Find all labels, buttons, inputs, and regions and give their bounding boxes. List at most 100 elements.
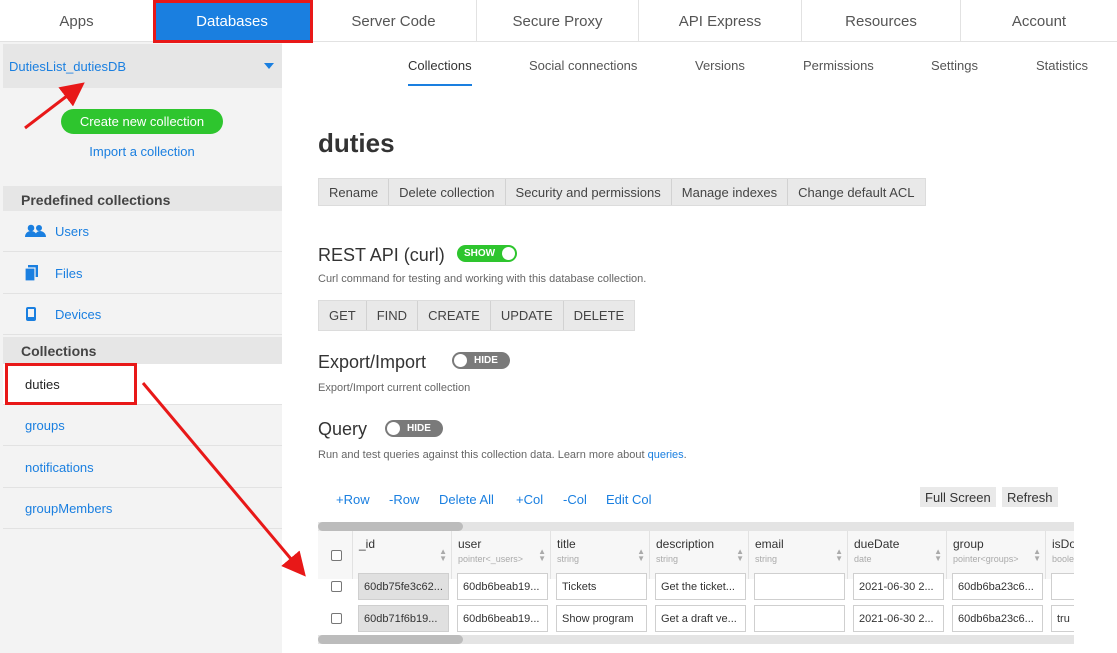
export-import-toggle[interactable]: HIDE: [452, 352, 510, 369]
tab-versions[interactable]: Versions: [695, 58, 745, 86]
table-cell[interactable]: tru: [1051, 605, 1074, 632]
rest-api-description: Curl command for testing and working wit…: [318, 273, 647, 285]
remove-column-button[interactable]: -Col: [563, 492, 587, 507]
rest-methods: GET FIND CREATE UPDATE DELETE: [318, 300, 636, 331]
database-name: DutiesList_dutiesDB: [9, 58, 127, 74]
tab-statistics[interactable]: Statistics: [1036, 58, 1088, 86]
column-header[interactable]: _id ▲ ▼: [353, 531, 452, 579]
sidebar-item-label: Users: [55, 223, 89, 239]
sidebar-item-label: Devices: [55, 306, 102, 322]
tab-permissions[interactable]: Permissions: [803, 58, 874, 86]
rest-api-toggle[interactable]: SHOW: [457, 245, 517, 262]
sidebar: DutiesList_dutiesDB Create new collectio…: [0, 42, 282, 653]
find-button[interactable]: FIND: [367, 301, 419, 330]
delete-button[interactable]: DELETE: [564, 301, 635, 330]
column-header[interactable]: isDo boole: [1046, 531, 1074, 579]
delete-all-button[interactable]: Delete All: [439, 492, 494, 507]
table-cell[interactable]: 2021-06-30 2...: [853, 573, 944, 600]
toggle-label: SHOW: [464, 248, 496, 259]
table-cell[interactable]: 60db75fe3c62...: [358, 573, 449, 600]
tab-collections[interactable]: Collections: [408, 58, 472, 86]
column-header[interactable]: title string ▲ ▼: [551, 531, 650, 579]
table-cell[interactable]: Get the ticket...: [655, 573, 746, 600]
table-cell[interactable]: 2021-06-30 2...: [853, 605, 944, 632]
get-button[interactable]: GET: [319, 301, 367, 330]
table-cell[interactable]: 60db6beab19...: [457, 605, 548, 632]
query-description: Run and test queries against this collec…: [318, 449, 687, 461]
remove-row-button[interactable]: -Row: [389, 492, 419, 507]
row-checkbox[interactable]: [331, 613, 342, 624]
export-import-title: Export/Import: [318, 352, 427, 372]
update-button[interactable]: UPDATE: [491, 301, 564, 330]
refresh-button[interactable]: Refresh: [1002, 487, 1058, 507]
query-toggle[interactable]: HIDE: [385, 420, 443, 437]
table-cell[interactable]: 60db6ba23c6...: [952, 573, 1043, 600]
nav-tab-resources[interactable]: Resources: [802, 0, 961, 42]
add-column-button[interactable]: +Col: [516, 492, 543, 507]
table-cell[interactable]: 60db6beab19...: [457, 573, 548, 600]
tab-social-connections[interactable]: Social connections: [529, 58, 637, 86]
horizontal-scrollbar[interactable]: [318, 522, 1074, 531]
sort-icon[interactable]: ▲ ▼: [637, 548, 645, 563]
column-header[interactable]: group pointer<groups> ▲ ▼: [947, 531, 1046, 579]
tab-settings[interactable]: Settings: [931, 58, 978, 86]
column-header[interactable]: user pointer<_users> ▲ ▼: [452, 531, 551, 579]
sort-icon[interactable]: ▲ ▼: [835, 548, 843, 563]
nav-tab-apps[interactable]: Apps: [0, 0, 154, 42]
create-button[interactable]: CREATE: [418, 301, 491, 330]
table-cell[interactable]: [754, 605, 845, 632]
files-icon: [25, 265, 49, 281]
collection-item-groups[interactable]: groups: [3, 405, 282, 446]
toggle-label: HIDE: [407, 423, 431, 434]
sidebar-item-files[interactable]: Files: [3, 253, 282, 294]
toggle-label: HIDE: [474, 355, 498, 366]
column-header[interactable]: email string ▲ ▼: [749, 531, 848, 579]
sort-icon[interactable]: ▲ ▼: [538, 548, 546, 563]
full-screen-button[interactable]: Full Screen: [920, 487, 996, 507]
queries-link[interactable]: queries: [648, 449, 684, 461]
nav-tab-account[interactable]: Account: [961, 0, 1117, 42]
create-collection-button[interactable]: Create new collection: [61, 109, 223, 134]
select-all-checkbox[interactable]: [331, 550, 342, 561]
predefined-collections-header: Predefined collections: [3, 186, 282, 214]
table-cell[interactable]: 60db6ba23c6...: [952, 605, 1043, 632]
nav-tab-api-express[interactable]: API Express: [639, 0, 802, 42]
rest-api-title: REST API (curl): [318, 245, 445, 265]
collections-header: Collections: [3, 337, 282, 365]
collection-actions: Rename Delete collection Security and pe…: [318, 178, 926, 206]
query-title: Query: [318, 419, 368, 439]
sort-icon[interactable]: ▲ ▼: [736, 548, 744, 563]
sort-icon[interactable]: ▲ ▼: [934, 548, 942, 563]
table-cell[interactable]: Get a draft ve...: [655, 605, 746, 632]
manage-indexes-button[interactable]: Manage indexes: [672, 179, 789, 205]
sidebar-item-users[interactable]: Users: [3, 211, 282, 252]
select-all-header: [318, 531, 353, 579]
table-cell[interactable]: [1051, 573, 1074, 600]
table-cell[interactable]: [754, 573, 845, 600]
collection-item-groupmembers[interactable]: groupMembers: [3, 488, 282, 529]
import-collection-link[interactable]: Import a collection: [0, 144, 284, 159]
column-header[interactable]: description string ▲ ▼: [650, 531, 749, 579]
column-header[interactable]: dueDate date ▲ ▼: [848, 531, 947, 579]
edit-column-button[interactable]: Edit Col: [606, 492, 652, 507]
annotation-box-databases: [153, 0, 313, 43]
table-cell[interactable]: Tickets: [556, 573, 647, 600]
nav-tab-server-code[interactable]: Server Code: [311, 0, 477, 42]
rename-button[interactable]: Rename: [319, 179, 390, 205]
table-cell[interactable]: Show program: [556, 605, 647, 632]
add-row-button[interactable]: +Row: [336, 492, 370, 507]
sort-icon[interactable]: ▲ ▼: [439, 548, 447, 563]
table-cell[interactable]: 60db71f6b19...: [358, 605, 449, 632]
horizontal-scrollbar-bottom[interactable]: [318, 635, 1074, 644]
device-icon: [25, 307, 49, 321]
chevron-down-icon[interactable]: [264, 63, 274, 69]
security-permissions-button[interactable]: Security and permissions: [506, 179, 672, 205]
row-checkbox[interactable]: [331, 581, 342, 592]
collection-item-notifications[interactable]: notifications: [3, 447, 282, 488]
nav-tab-secure-proxy[interactable]: Secure Proxy: [477, 0, 639, 42]
database-selector[interactable]: DutiesList_dutiesDB: [3, 44, 282, 88]
sidebar-item-devices[interactable]: Devices: [3, 294, 282, 335]
delete-collection-button[interactable]: Delete collection: [389, 179, 506, 205]
change-default-acl-button[interactable]: Change default ACL: [788, 179, 924, 205]
sort-icon[interactable]: ▲ ▼: [1033, 548, 1041, 563]
